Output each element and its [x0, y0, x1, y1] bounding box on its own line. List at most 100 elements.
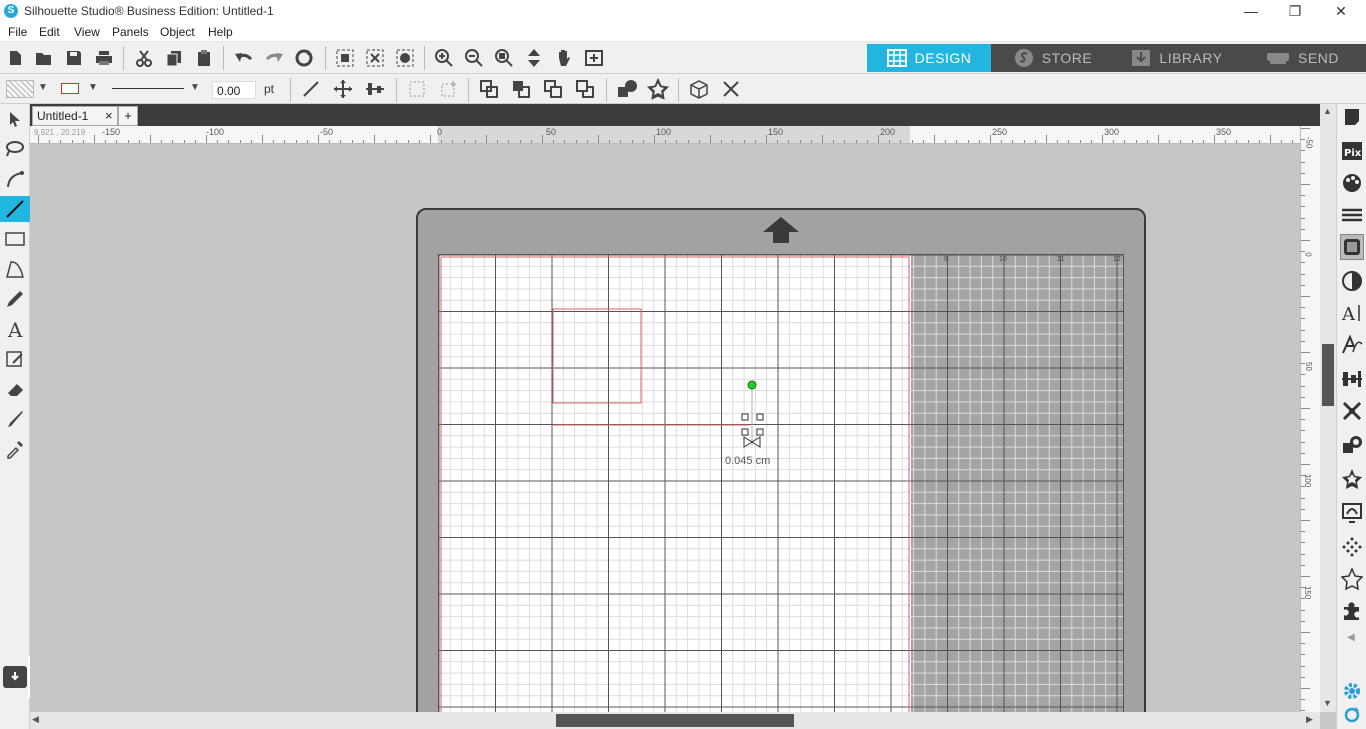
selection-handle[interactable] — [741, 428, 749, 436]
design-canvas[interactable]: 9 10 11 12 0.045 cm — [30, 144, 1300, 712]
horizontal-scrollbar[interactable]: ◀ ▶ — [30, 712, 1320, 729]
eyedropper-tool[interactable] — [3, 436, 27, 462]
nesting-panel-button[interactable] — [1340, 598, 1364, 624]
open-button[interactable] — [31, 46, 57, 70]
fit-to-page-button[interactable] — [521, 46, 547, 70]
bring-to-front-button[interactable] — [476, 77, 502, 101]
new-document-button[interactable] — [2, 46, 28, 70]
fill-color-swatch[interactable] — [6, 80, 34, 98]
bring-forward-button[interactable] — [540, 77, 566, 101]
deselect-button[interactable] — [362, 46, 388, 70]
redraw-button[interactable] — [291, 46, 317, 70]
vertical-scrollbar[interactable]: ▲ ▼ — [1320, 104, 1336, 712]
selection-handle[interactable] — [741, 413, 749, 421]
zoom-select-button[interactable] — [491, 46, 517, 70]
offset-panel-button[interactable] — [1340, 466, 1364, 492]
menu-file[interactable]: File — [8, 25, 27, 39]
line-style-panel-button[interactable] — [1340, 202, 1364, 228]
cut-button[interactable] — [131, 46, 157, 70]
polygon-tool[interactable] — [3, 256, 27, 282]
preferences-button[interactable] — [1340, 678, 1364, 704]
document-tab[interactable]: Untitled-1 × — [32, 106, 118, 126]
scroll-up-arrow-icon[interactable]: ▲ — [1323, 106, 1332, 116]
offset-button[interactable] — [645, 77, 671, 101]
text-style-panel-button[interactable]: A — [1340, 300, 1364, 326]
line-color-swatch[interactable] — [61, 83, 79, 94]
menu-edit[interactable]: Edit — [39, 25, 60, 39]
modify-panel-button[interactable] — [1340, 398, 1364, 424]
zoom-fit-button[interactable] — [581, 46, 607, 70]
trace-panel-button[interactable] — [1340, 500, 1364, 526]
replicate-panel-button[interactable] — [1340, 534, 1364, 560]
tab-design[interactable]: DESIGN — [867, 44, 991, 72]
weld-button[interactable] — [614, 77, 640, 101]
selection-handle[interactable] — [756, 413, 764, 421]
select-tool[interactable] — [3, 106, 27, 132]
ungroup-button[interactable] — [436, 77, 462, 101]
line-width-input[interactable]: 0.00 — [212, 81, 256, 99]
page-setup-panel-button[interactable] — [1340, 104, 1364, 130]
text-to-path-panel-button[interactable] — [1340, 332, 1364, 358]
horizontal-scroll-thumb[interactable] — [556, 714, 794, 727]
selection-handle[interactable] — [756, 428, 764, 436]
minimize-button[interactable]: — — [1228, 0, 1274, 22]
line-color-dropdown-icon[interactable]: ▼ — [88, 82, 98, 93]
send-to-back-button[interactable] — [508, 77, 534, 101]
menu-help[interactable]: Help — [208, 25, 233, 39]
text-tool[interactable]: A — [3, 316, 27, 342]
save-button[interactable] — [61, 46, 87, 70]
undo-button[interactable] — [231, 46, 257, 70]
scroll-right-arrow-icon[interactable]: ▶ — [1306, 714, 1313, 725]
redo-button[interactable] — [261, 46, 287, 70]
tab-library[interactable]: LIBRARY — [1115, 44, 1239, 72]
weld-panel-button[interactable] — [1340, 432, 1364, 458]
line-style-dropdown-icon[interactable]: ▼ — [190, 82, 200, 93]
copy-button[interactable] — [161, 46, 187, 70]
point-edit-tool[interactable] — [3, 136, 27, 162]
curve-tool[interactable] — [3, 166, 27, 192]
scroll-down-arrow-icon[interactable]: ▼ — [1323, 698, 1332, 708]
print-button[interactable] — [91, 46, 117, 70]
close-window-button[interactable]: ✕ — [1318, 0, 1364, 22]
move-button[interactable] — [330, 77, 356, 101]
collapse-panel-arrow-icon[interactable]: ◀ — [1347, 632, 1355, 643]
sync-button[interactable] — [1340, 702, 1364, 728]
paste-button[interactable] — [191, 46, 217, 70]
vertical-scroll-thumb[interactable] — [1322, 344, 1334, 406]
menu-panels[interactable]: Panels — [112, 25, 149, 39]
align-button[interactable] — [362, 77, 388, 101]
line-tool[interactable] — [0, 196, 30, 222]
zoom-in-button[interactable] — [431, 46, 457, 70]
favorites-panel-button[interactable] — [1340, 566, 1364, 592]
edit-points-button[interactable] — [392, 46, 418, 70]
group-button[interactable] — [404, 77, 430, 101]
rotation-handle[interactable] — [747, 380, 757, 390]
pixscan-panel-button[interactable]: Pix — [1340, 138, 1364, 164]
replicate-button[interactable] — [686, 77, 712, 101]
sketch-panel-button[interactable] — [1340, 234, 1364, 260]
pencil-tool[interactable] — [3, 286, 27, 312]
menu-object[interactable]: Object — [160, 25, 195, 39]
send-backward-button[interactable] — [572, 77, 598, 101]
eraser-tool[interactable] — [3, 376, 27, 402]
zoom-out-button[interactable] — [461, 46, 487, 70]
fill-panel-button[interactable] — [1340, 170, 1364, 196]
align-panel-button[interactable] — [1340, 366, 1364, 392]
knife-tool[interactable] — [3, 406, 27, 432]
delete-button[interactable] — [718, 77, 744, 101]
mat-grid[interactable]: 9 10 11 12 0.045 cm — [438, 254, 1124, 712]
fill-dropdown-icon[interactable]: ▼ — [38, 82, 48, 93]
import-button[interactable] — [3, 666, 27, 688]
pan-button[interactable] — [551, 46, 577, 70]
tab-send[interactable]: SEND — [1239, 44, 1366, 72]
select-all-button[interactable] — [332, 46, 358, 70]
line-style-preview[interactable] — [112, 88, 184, 89]
menu-view[interactable]: View — [74, 25, 100, 39]
restore-button[interactable]: ❐ — [1272, 0, 1318, 22]
add-tab-button[interactable]: + — [118, 106, 138, 126]
tab-store[interactable]: STORE — [991, 44, 1115, 72]
fill-pattern-tool[interactable] — [3, 346, 27, 372]
tab-close-icon[interactable]: × — [105, 108, 113, 123]
transparency-panel-button[interactable] — [1340, 268, 1364, 294]
line-tool-button[interactable] — [298, 77, 324, 101]
